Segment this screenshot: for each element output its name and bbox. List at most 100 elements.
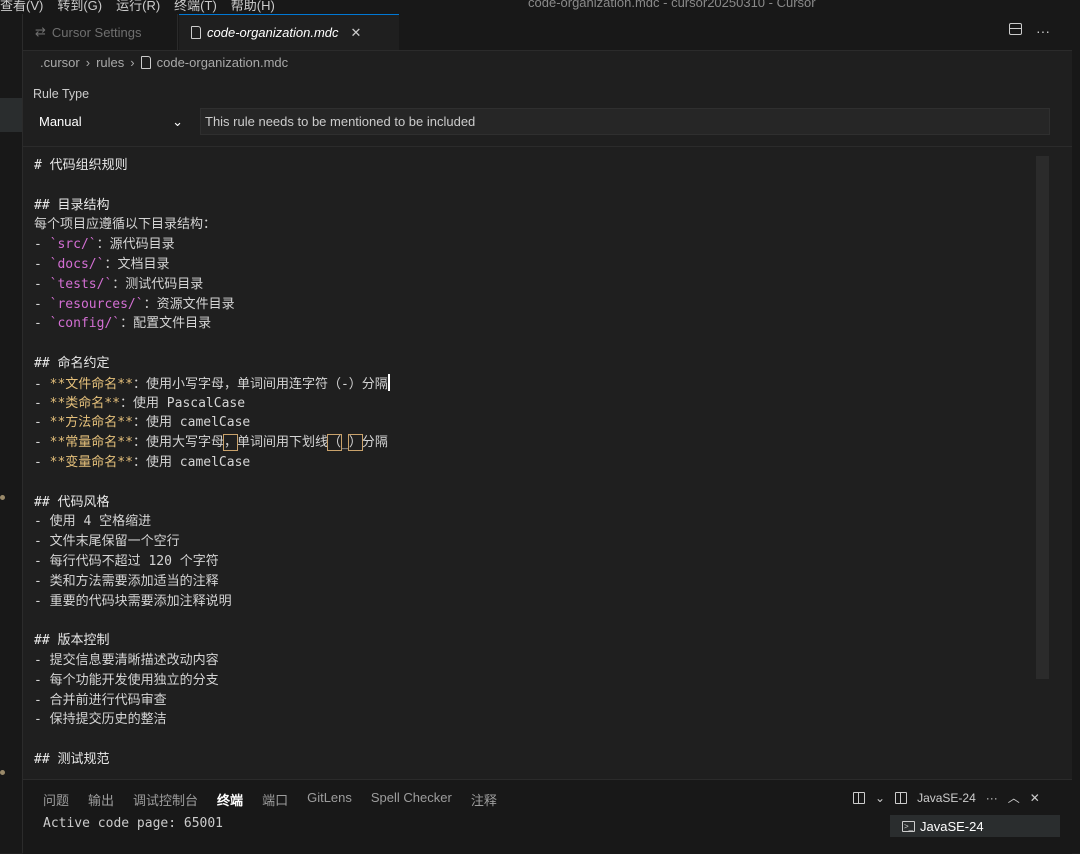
editor-line: - 类和方法需要添加适当的注释 [34,573,219,589]
tab-comments[interactable]: 注释 [471,790,497,809]
terminal-list-item[interactable]: >_ JavaSE-24 [890,815,1060,837]
line-text: ：使用 camelCase [132,415,251,431]
inline-code: `resources/` [49,296,144,312]
tab-cursor-settings[interactable]: ⇄ Cursor Settings [23,14,178,50]
editor-line: ## 目录结构 [34,197,110,213]
breadcrumb-file[interactable]: code-organization.mdc [157,55,289,70]
line-text: ：使用 PascalCase [119,395,246,411]
code-editor[interactable]: # 代码组织规则 ## 目录结构 每个项目应遵循以下目录结构： - `src/`… [34,156,1034,770]
line-text: ：资源文件目录 [143,296,235,312]
inline-code: `tests/` [49,276,113,292]
chevron-down-icon[interactable]: ⌄ [875,791,885,805]
menu-terminal[interactable]: 终端(T) [174,0,217,14]
highlighted-char: （ [327,434,343,452]
tab-label: code-organization.mdc [207,25,339,40]
editor-line: - **常量命名**：使用大写字母，单词间用下划线（_）分隔 [34,433,1034,453]
editor-line: - `config/`：配置文件目录 [34,314,1034,334]
tab-debug-console[interactable]: 调试控制台 [133,790,198,809]
panel-actions: ⌄ JavaSE-24 ··· ︿ ✕ [853,789,1040,806]
close-icon[interactable]: ✕ [351,25,362,41]
list-marker: - [34,256,50,272]
tab-problems[interactable]: 问题 [43,790,69,809]
editor-line: ## 版本控制 [34,633,110,649]
list-marker: - [34,395,50,411]
line-text: ：文档目录 [104,256,170,272]
menu-bar: 查看(V) 转到(G) 运行(R) 终端(T) 帮助(H) [0,0,275,14]
editor-line: - `resources/`：资源文件目录 [34,295,1034,315]
menu-help[interactable]: 帮助(H) [231,0,275,14]
more-actions-icon[interactable]: ··· [1036,23,1050,39]
tab-gitlens[interactable]: GitLens [307,790,352,809]
line-text: 分隔 [361,435,388,451]
file-icon [140,56,151,69]
line-text: ：使用 camelCase [132,454,251,470]
chevron-right-icon: › [130,55,135,70]
editor-tab-bar: ⇄ Cursor Settings code-organization.mdc … [23,14,1072,51]
explorer-selected-row[interactable] [0,98,22,132]
editor-line: - 保持提交历史的整洁 [34,712,167,728]
chevron-down-icon: ⌄ [172,113,183,129]
tab-code-organization[interactable]: code-organization.mdc ✕ [179,14,399,50]
highlighted-char: ， [222,434,239,452]
title-bar: 查看(V) 转到(G) 运行(R) 终端(T) 帮助(H) code-organ… [0,0,1080,14]
chevron-up-icon[interactable]: ︿ [1008,789,1020,806]
more-actions-icon[interactable]: ··· [986,791,998,805]
terminal-icon: >_ [902,820,915,832]
breadcrumb-cursor[interactable]: .cursor [40,55,80,70]
close-panel-icon[interactable]: ✕ [1030,791,1040,805]
line-text: ：源代码目录 [96,237,175,253]
chevron-right-icon: › [85,55,91,70]
editor-line: - 文件末尾保留一个空行 [34,534,180,550]
highlighted-char: ） [347,434,363,452]
line-text: ：测试代码目录 [112,276,204,292]
tab-label: Cursor Settings [51,24,142,40]
rule-type-label: Rule Type [33,87,90,101]
bold-text: **类命名** [49,395,120,411]
terminal-view-icon[interactable] [895,791,908,804]
editor-line: ## 代码风格 [34,494,110,510]
tab-spell-checker[interactable]: Spell Checker [371,790,452,809]
split-terminal-icon[interactable] [853,791,865,804]
list-marker: - [34,415,50,431]
modified-dot-icon [0,495,5,500]
editor-scrollbar[interactable] [1036,156,1049,679]
menu-view[interactable]: 查看(V) [0,0,43,14]
tab-terminal[interactable]: 终端 [217,790,243,809]
list-marker: - [34,454,50,470]
modified-dot-icon [0,770,5,775]
terminal-name[interactable]: JavaSE-24 [917,791,976,805]
list-marker: - [34,237,50,253]
editor-line: ## 测试规范 [34,751,110,767]
editor-line: # 代码组织规则 [34,158,128,173]
editor-line: 每个项目应遵循以下目录结构： [34,217,217,233]
rule-description-field[interactable]: This rule needs to be mentioned to be in… [200,108,1050,135]
text-cursor [387,373,390,391]
editor-line: - `docs/`：文档目录 [34,255,1034,275]
editor-line: - 合并前进行代码审查 [34,692,167,708]
right-edge [1072,14,1080,853]
bold-text: **变量命名** [49,454,133,470]
rule-type-select[interactable]: Manual ⌄ [33,108,189,135]
menu-run[interactable]: 运行(R) [116,0,160,14]
split-editor-icon[interactable] [1009,23,1022,35]
terminal-output[interactable]: Active code page: 65001 [43,816,223,831]
editor-line: - **方法命名**：使用 camelCase [34,413,1034,433]
inline-code: `src/` [49,237,97,253]
rule-type-value: Manual [39,114,82,129]
editor-line: - 重要的代码块需要添加注释说明 [34,593,232,609]
bold-text: **文件命名** [49,376,133,392]
editor-line: - `tests/`：测试代码目录 [34,275,1034,295]
editor-line: - 使用 4 空格缩进 [34,514,152,530]
editor-line: - `src/`：源代码目录 [34,235,1034,255]
tab-ports[interactable]: 端口 [262,790,288,809]
terminal-list-label: JavaSE-24 [920,818,984,834]
list-marker: - [34,376,50,392]
line-text: ：使用大写字母 [132,435,224,451]
breadcrumb-rules[interactable]: rules [96,55,124,70]
tab-output[interactable]: 输出 [88,790,114,809]
breadcrumb: .cursor › rules › code-organization.mdc [40,55,288,70]
menu-goto[interactable]: 转到(G) [57,0,102,14]
file-icon [191,26,201,39]
